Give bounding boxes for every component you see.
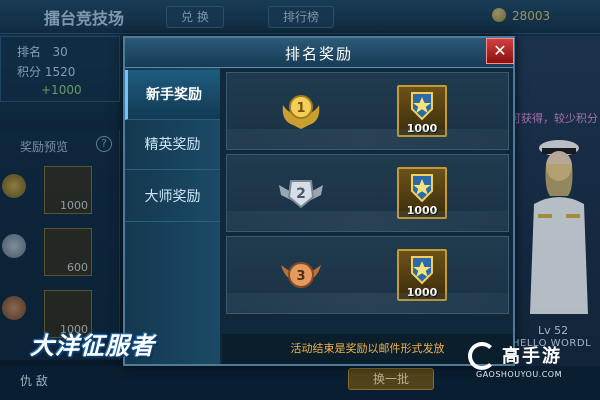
reward-item-2[interactable]: 1000 xyxy=(397,167,447,219)
officer-portrait xyxy=(530,140,588,314)
gold-medal-icon xyxy=(2,174,26,198)
coin-value: 28003 xyxy=(512,9,551,23)
coin-icon xyxy=(492,8,506,22)
preview-reward-1: 1000 xyxy=(44,166,92,214)
score-delta: +1000 xyxy=(41,83,82,97)
silver-rank-medal-icon: 2 xyxy=(279,180,323,209)
star-badge-icon xyxy=(411,92,433,121)
close-button[interactable]: ✕ xyxy=(486,38,514,64)
coin-counter: 28003 xyxy=(492,8,550,23)
silver-medal-icon xyxy=(2,234,26,258)
watermark-site-name: 高手游 xyxy=(502,346,562,367)
game-logo-text: 大洋征服者 xyxy=(30,332,155,360)
bronze-medal-icon xyxy=(2,296,26,320)
reward-row-rank-2: 2 1000 xyxy=(226,154,509,232)
tab-master-reward[interactable]: 大师奖励 xyxy=(125,172,220,222)
watermark: 高手游 GAOSHOUYOU.COM xyxy=(468,340,600,384)
dialog-title: 排名奖励 xyxy=(284,45,353,63)
rank-stat: 排名 30 xyxy=(17,45,68,59)
reward-row-rank-3: 3 1000 xyxy=(226,236,509,314)
tab-exchange[interactable]: 兑 换 xyxy=(166,6,224,28)
help-icon[interactable]: ? xyxy=(96,136,112,152)
top-bar: 擂台竞技场 兑 换 排行榜 28003 xyxy=(0,0,600,34)
watermark-logo-icon xyxy=(468,342,496,370)
reward-item-3[interactable]: 1000 xyxy=(397,249,447,301)
medal-rank-number: 1 xyxy=(296,101,305,116)
tab-newbie-reward[interactable]: 新手奖励 xyxy=(125,70,220,120)
reward-item-1[interactable]: 1000 xyxy=(397,85,447,137)
player-stats: 排名 30 积分 1520 +1000 xyxy=(0,36,120,102)
reward-row-rank-1: 1 1000 xyxy=(226,72,509,150)
star-badge-icon xyxy=(411,174,433,203)
reward-count: 1000 xyxy=(406,204,438,217)
medal-rank-number: 3 xyxy=(296,269,305,284)
tab-leaderboard[interactable]: 排行榜 xyxy=(268,6,335,28)
dialog-header: 排名奖励 ✕ xyxy=(125,38,514,68)
game-logo: 大洋征服者 xyxy=(22,320,222,376)
watermark-url: GAOSHOUYOU.COM xyxy=(476,370,563,379)
medal-rank-number: 2 xyxy=(296,186,306,202)
preview-reward-2: 600 xyxy=(44,228,92,276)
opponent-panel: 可获得，较少积分 Lv 52 HELLO WORDL xyxy=(508,36,600,366)
reward-preview-label: 奖励预览 xyxy=(20,140,69,154)
arena-title: 擂台竞技场 xyxy=(44,9,125,28)
tab-elite-reward[interactable]: 精英奖励 xyxy=(125,120,220,170)
refresh-button[interactable]: 换一批 xyxy=(348,368,434,390)
opponent-hint: 可获得，较少积分 xyxy=(510,112,598,125)
rank-reward-dialog: 排名奖励 ✕ 新手奖励 精英奖励 大师奖励 1 1000 2 1000 3 10… xyxy=(123,36,515,366)
reward-count: 1000 xyxy=(406,286,438,299)
gold-rank-medal-icon: 1 xyxy=(282,95,320,129)
opponent-level: Lv 52 xyxy=(538,324,569,337)
star-badge-icon xyxy=(411,256,433,285)
score-stat: 积分 1520 xyxy=(17,65,76,79)
reward-list: 1 1000 2 1000 3 1000 xyxy=(222,70,513,332)
reward-count: 1000 xyxy=(406,122,438,135)
bronze-rank-medal-icon: 3 xyxy=(281,262,321,288)
